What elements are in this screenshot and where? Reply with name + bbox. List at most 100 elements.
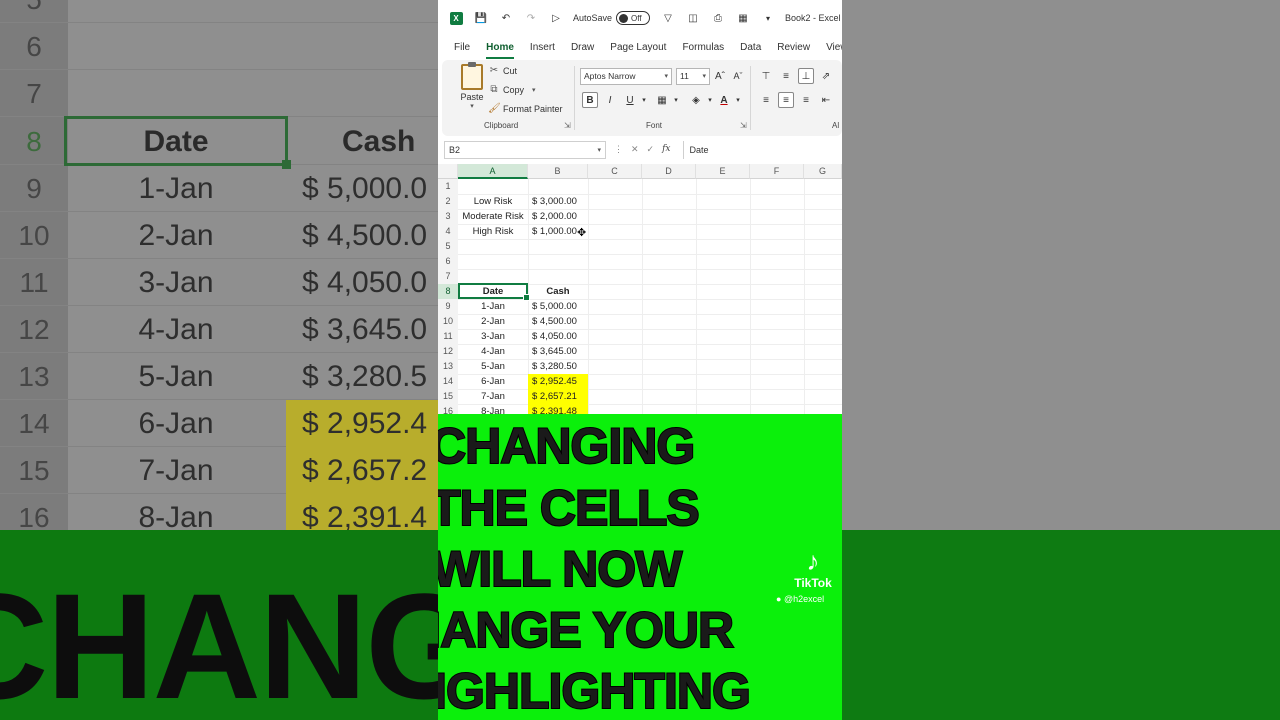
row-header[interactable]: 15 xyxy=(438,389,458,404)
font-name-select[interactable]: Aptos Narrow ▾ xyxy=(580,68,672,85)
cell-cash[interactable]: $ 3,645.00 xyxy=(528,344,588,359)
italic-button[interactable]: I xyxy=(602,92,618,108)
row-header[interactable]: 14 xyxy=(438,374,458,389)
align-top-icon[interactable]: ⊤ xyxy=(758,68,774,84)
align-center-icon[interactable]: ≡ xyxy=(778,92,794,108)
column-header[interactable]: D xyxy=(642,164,696,179)
tab-home[interactable]: Home xyxy=(478,36,522,60)
tab-page-layout[interactable]: Page Layout xyxy=(602,36,674,60)
tab-review[interactable]: Review xyxy=(769,36,818,60)
row-header[interactable]: 6 xyxy=(438,254,458,269)
cell-date[interactable]: 1-Jan xyxy=(458,299,528,314)
format-painter-button[interactable]: 🖌 Format Painter xyxy=(488,103,563,114)
column-header[interactable]: E xyxy=(696,164,750,179)
tab-draw[interactable]: Draw xyxy=(563,36,602,60)
more-icon[interactable]: ⋮ xyxy=(614,144,623,155)
font-size-select[interactable]: 11 ▾ xyxy=(676,68,710,85)
enter-icon[interactable]: ✓ xyxy=(647,144,655,155)
cell-risk-label[interactable]: Low Risk xyxy=(458,194,528,209)
increase-font-icon[interactable]: Aˆ xyxy=(712,68,728,84)
paste-special-icon[interactable]: ◫ xyxy=(686,11,700,25)
row-header[interactable]: 13 xyxy=(438,359,458,374)
tab-data[interactable]: Data xyxy=(732,36,769,60)
row-header[interactable]: 12 xyxy=(438,344,458,359)
cell-cash-highlighted[interactable]: $ 2,952.45 xyxy=(528,374,588,389)
formula-input[interactable]: Date xyxy=(682,140,842,159)
row-header[interactable]: 1 xyxy=(438,179,458,194)
tab-insert[interactable]: Insert xyxy=(522,36,563,60)
bg-row-number: 6 xyxy=(26,31,42,62)
name-box[interactable]: B2 ▾ xyxy=(444,140,606,159)
align-bottom-icon[interactable]: ⊥ xyxy=(798,68,814,84)
row-header[interactable]: 9 xyxy=(438,299,458,314)
row-header[interactable]: 7 xyxy=(438,269,458,284)
cell-risk-value[interactable]: $ 3,000.00 xyxy=(528,194,588,209)
tab-file[interactable]: File xyxy=(438,36,478,60)
align-left-icon[interactable]: ≡ xyxy=(758,92,774,108)
cell-date[interactable]: 2-Jan xyxy=(458,314,528,329)
row-header[interactable]: 10 xyxy=(438,314,458,329)
tiktok-handle: ● @h2excel xyxy=(776,594,824,604)
cell-cash[interactable]: $ 3,280.50 xyxy=(528,359,588,374)
row-header[interactable]: 5 xyxy=(438,239,458,254)
cell-date[interactable]: 5-Jan xyxy=(458,359,528,374)
row-header[interactable]: 4 xyxy=(438,224,458,239)
column-header[interactable]: G xyxy=(804,164,842,179)
cell-cash[interactable]: $ 4,500.00 xyxy=(528,314,588,329)
align-middle-icon[interactable]: ≡ xyxy=(778,68,794,84)
row-header[interactable]: 8 xyxy=(438,284,458,299)
cell-cash[interactable]: $ 5,000.00 xyxy=(528,299,588,314)
customize-icon[interactable]: ▾ xyxy=(761,11,775,25)
cell-date[interactable]: 6-Jan xyxy=(458,374,528,389)
cell-cash-header[interactable]: Cash xyxy=(528,284,588,299)
cell-cash-highlighted[interactable]: $ 2,391.48 xyxy=(528,404,588,414)
spreadsheet-grid[interactable]: A B C D E F G 1 2 3 4 5 6 7 8 9 10 11 12 xyxy=(438,164,842,414)
orientation-icon[interactable]: ⇗ xyxy=(818,68,834,84)
print-icon[interactable]: ⎙ xyxy=(711,11,725,25)
column-header[interactable]: A xyxy=(458,164,528,179)
bold-button[interactable]: B xyxy=(582,92,598,108)
font-size-value: 11 xyxy=(680,71,689,81)
quick-access-icon[interactable]: ▷ xyxy=(549,11,563,25)
chevron-down-icon[interactable]: ▾ xyxy=(730,92,746,108)
paste-button[interactable]: Paste ▾ xyxy=(456,62,488,110)
chevron-down-icon[interactable]: ▾ xyxy=(668,92,684,108)
row-header[interactable]: 16 xyxy=(438,404,458,414)
tab-formulas[interactable]: Formulas xyxy=(674,36,732,60)
cell-date[interactable]: 7-Jan xyxy=(458,389,528,404)
decrease-indent-icon[interactable]: ⇤ xyxy=(818,92,834,108)
row-header[interactable]: 2 xyxy=(438,194,458,209)
redo-icon[interactable]: ↷ xyxy=(524,11,538,25)
cancel-icon[interactable]: ✕ xyxy=(631,144,639,155)
cut-button[interactable]: ✂ Cut xyxy=(488,65,517,76)
align-right-icon[interactable]: ≡ xyxy=(798,92,814,108)
row-header[interactable]: 3 xyxy=(438,209,458,224)
cell-risk-label[interactable]: High Risk xyxy=(458,224,528,239)
cell-date[interactable]: 8-Jan xyxy=(458,404,528,414)
save-icon[interactable]: 💾 xyxy=(474,11,488,25)
cell-risk-value[interactable]: $ 2,000.00 xyxy=(528,209,588,224)
autosave-toggle[interactable]: Off xyxy=(616,11,651,25)
cell-cash[interactable]: $ 4,050.00 xyxy=(528,329,588,344)
cell-risk-label[interactable]: Moderate Risk xyxy=(458,209,528,224)
chevron-down-icon[interactable]: ▾ xyxy=(636,92,652,108)
copy-button[interactable]: ⧉ Copy ▾ xyxy=(488,84,535,95)
font-launcher-icon[interactable]: ⇲ xyxy=(740,121,747,130)
decrease-font-icon[interactable]: Aˇ xyxy=(730,68,746,84)
clipboard-launcher-icon[interactable]: ⇲ xyxy=(564,121,571,130)
active-cell-selection[interactable] xyxy=(458,283,530,301)
column-header[interactable]: C xyxy=(588,164,642,179)
cell-cash-highlighted[interactable]: $ 2,657.21 xyxy=(528,389,588,404)
filter-icon[interactable]: ▽ xyxy=(661,11,675,25)
bg-row-number: 15 xyxy=(18,455,50,486)
cell-date[interactable]: 3-Jan xyxy=(458,329,528,344)
cell-date[interactable]: 4-Jan xyxy=(458,344,528,359)
undo-icon[interactable]: ↶ xyxy=(499,11,513,25)
insert-function-icon[interactable]: fx xyxy=(662,144,670,155)
table-icon[interactable]: ▦ xyxy=(736,11,750,25)
row-header[interactable]: 11 xyxy=(438,329,458,344)
column-header[interactable]: F xyxy=(750,164,804,179)
column-header[interactable]: B xyxy=(528,164,588,179)
select-all-corner[interactable] xyxy=(438,164,458,179)
tab-view[interactable]: View xyxy=(818,36,842,60)
